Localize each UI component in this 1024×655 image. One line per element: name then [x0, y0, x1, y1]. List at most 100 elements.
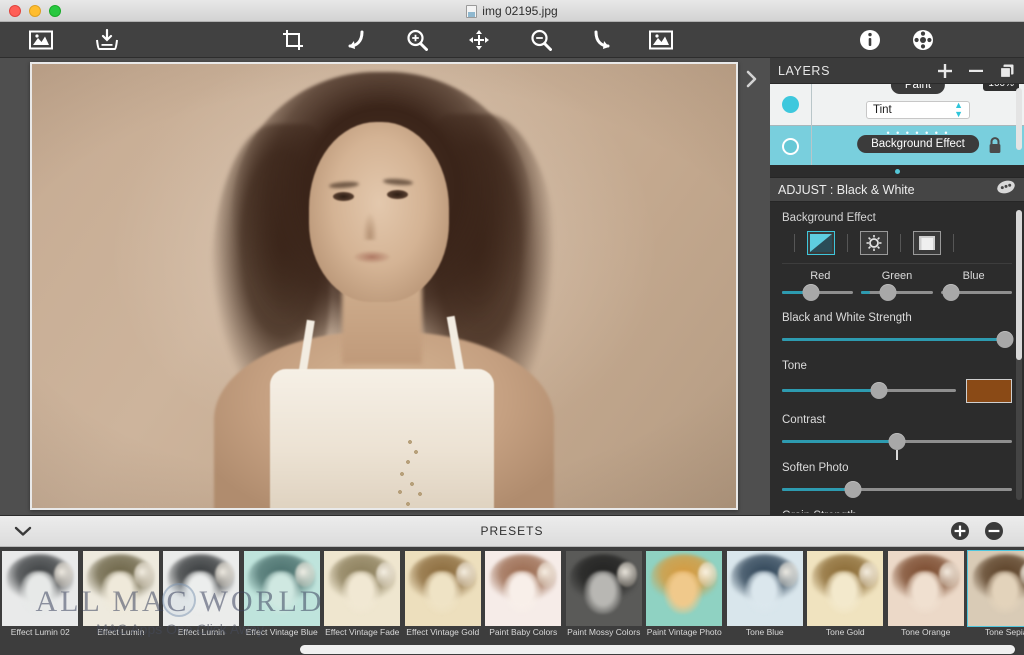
preset-item[interactable]: Effect Lumin	[81, 547, 162, 655]
canvas-area[interactable]	[0, 58, 770, 515]
layer-opacity-value[interactable]: 100%	[983, 84, 1019, 91]
preset-thumbnail[interactable]	[887, 551, 964, 626]
black-white-mode-icon[interactable]	[807, 231, 835, 255]
preset-thumbnail-detail	[905, 570, 944, 614]
chevron-updown-icon: ▲ ▼	[954, 99, 963, 119]
adjust-scrollbar[interactable]	[1016, 210, 1022, 500]
slider-fill	[861, 291, 870, 294]
preset-label: Effect Vintage Fade	[325, 627, 400, 637]
layer-row[interactable]: • • • • • • • Background Effect	[770, 125, 1024, 165]
remove-preset-icon[interactable]	[984, 521, 1004, 541]
undo-icon[interactable]	[340, 26, 370, 54]
remove-layer-button[interactable]	[967, 62, 985, 80]
preset-thumbnail[interactable]	[646, 551, 722, 626]
minimize-button[interactable]	[29, 4, 41, 17]
preset-thumbnail[interactable]	[243, 551, 320, 626]
contrast-slider[interactable]	[782, 433, 1012, 460]
red-slider[interactable]	[782, 284, 854, 301]
layer-visibility-toggle[interactable]	[782, 96, 799, 113]
preset-thumbnail[interactable]	[2, 551, 78, 626]
slider-fill	[782, 389, 880, 392]
slider-knob[interactable]	[942, 284, 960, 301]
crop-icon[interactable]	[278, 26, 308, 54]
move-icon[interactable]	[464, 26, 494, 54]
preset-item[interactable]: Effect Vintage Fade	[322, 547, 403, 655]
adjust-header: ADJUST : Black & White	[770, 177, 1024, 202]
preset-item[interactable]: Tone Orange	[886, 547, 967, 655]
bw-strength-slider[interactable]	[782, 331, 1014, 349]
zoom-out-icon[interactable]	[526, 26, 556, 54]
presets-bar: PRESETS	[0, 515, 1024, 547]
preset-thumbnail[interactable]	[807, 551, 883, 626]
preset-thumbnail[interactable]	[565, 551, 642, 626]
tone-color-swatch[interactable]	[966, 379, 1012, 403]
adjust-body: Background Effect Red Green Blue Black a…	[770, 202, 1024, 513]
page-dot[interactable]	[894, 168, 900, 174]
photo-frame[interactable]	[30, 62, 738, 510]
preset-item[interactable]: Paint Baby Colors	[483, 547, 564, 655]
slider-knob[interactable]	[870, 382, 888, 399]
add-layer-button[interactable]	[936, 62, 954, 80]
tone-slider[interactable]	[782, 382, 956, 400]
preset-thumbnail[interactable]	[404, 551, 481, 626]
close-button[interactable]	[9, 4, 21, 17]
slider-knob[interactable]	[888, 433, 906, 450]
preset-item[interactable]: Effect Vintage Blue	[242, 547, 323, 655]
edited-photo	[32, 64, 736, 508]
preset-thumbnail[interactable]	[967, 550, 1024, 627]
lock-icon[interactable]	[988, 137, 1002, 159]
layers-list[interactable]: Paint 100% Tint ▲▼ • • • • • • • Backgro…	[770, 84, 1024, 165]
layer-name[interactable]: Background Effect	[857, 134, 979, 153]
layer-visibility-toggle[interactable]	[782, 138, 799, 155]
adjust-options-icon[interactable]	[996, 179, 1016, 200]
preset-thumbnail[interactable]	[163, 551, 239, 626]
save-image-icon[interactable]	[92, 26, 122, 54]
preset-thumbnail[interactable]	[324, 551, 400, 626]
preset-thumbnail[interactable]	[82, 551, 159, 626]
layers-scrollbar[interactable]	[1016, 88, 1022, 150]
blue-slider[interactable]	[940, 284, 1012, 301]
preset-item[interactable]: Paint Mossy Colors	[564, 547, 645, 655]
add-preset-icon[interactable]	[950, 521, 970, 541]
duplicate-layer-icon[interactable]	[998, 62, 1016, 80]
brightness-mode-icon[interactable]	[860, 231, 888, 255]
preset-item[interactable]: Effect Vintage Gold	[403, 547, 484, 655]
info-icon[interactable]	[855, 26, 885, 54]
chevron-down-icon[interactable]	[12, 520, 34, 542]
chevron-right-icon[interactable]	[742, 68, 760, 90]
preset-label: Effect Lumin	[97, 627, 145, 637]
preset-thumbnail-image	[968, 551, 1024, 626]
layer-body: Paint 100% Tint ▲▼	[812, 84, 1024, 126]
layer-name[interactable]: Paint	[890, 84, 946, 94]
image-open-icon[interactable]	[26, 26, 56, 54]
maximize-button[interactable]	[49, 4, 61, 17]
preset-item[interactable]: Paint Vintage Photo	[644, 547, 725, 655]
slider-knob[interactable]	[802, 284, 820, 301]
preset-item[interactable]: Effect Lumin 02	[0, 547, 81, 655]
blend-mode-select[interactable]: Tint ▲ ▼	[866, 99, 970, 119]
fit-image-icon[interactable]	[646, 26, 676, 54]
soften-photo-slider[interactable]	[782, 481, 1012, 499]
preset-item[interactable]: Tone Gold	[805, 547, 886, 655]
adjust-title: ADJUST : Black & White	[778, 182, 915, 197]
presets-strip[interactable]: Effect Lumin 02 Effect Lumin Effect Lumin E…	[0, 547, 1024, 655]
redo-icon[interactable]	[588, 26, 618, 54]
zoom-in-icon[interactable]	[402, 26, 432, 54]
layer-row[interactable]: Paint 100% Tint ▲▼	[770, 84, 1024, 126]
slider-knob[interactable]	[844, 481, 862, 498]
presets-scrollbar[interactable]	[300, 645, 1015, 654]
preset-thumbnail[interactable]	[485, 551, 561, 626]
layers-pagination[interactable]	[770, 165, 1024, 177]
frame-mode-icon[interactable]	[913, 231, 941, 255]
preset-thumbnail[interactable]	[726, 551, 803, 626]
preset-item[interactable]: Tone Sepia	[966, 547, 1024, 655]
settings-icon[interactable]	[908, 26, 938, 54]
divider	[900, 234, 901, 252]
slider-knob[interactable]	[879, 284, 897, 301]
window-controls	[9, 4, 61, 17]
preset-item[interactable]: Effect Lumin	[161, 547, 242, 655]
slider-knob[interactable]	[996, 331, 1014, 348]
preset-item[interactable]: Tone Blue	[725, 547, 806, 655]
title-bar: img 02195.jpg	[0, 0, 1024, 22]
green-slider[interactable]	[861, 284, 933, 301]
